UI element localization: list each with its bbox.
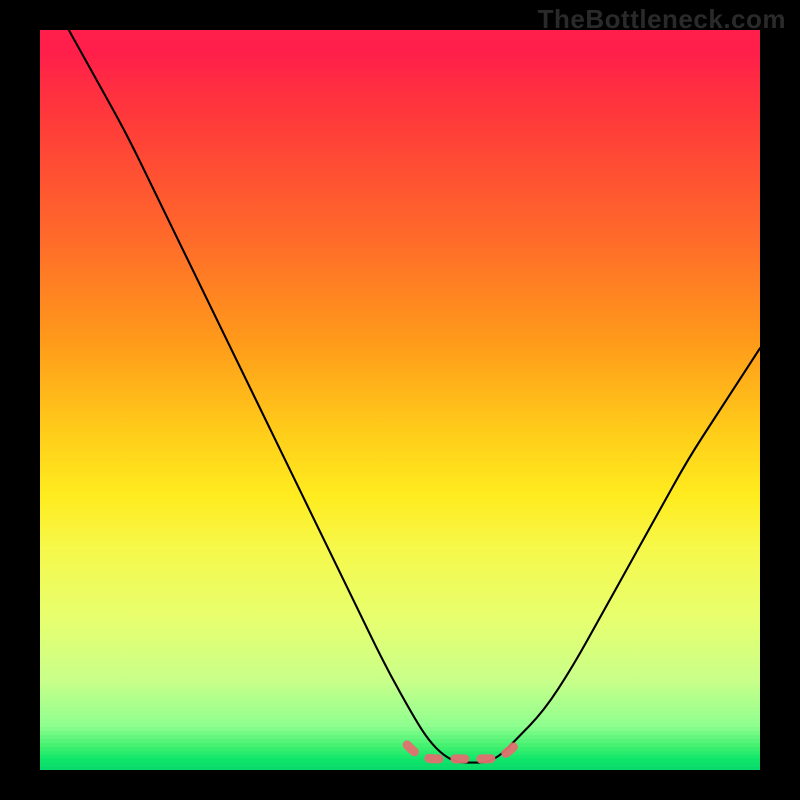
- chart-frame: TheBottleneck.com: [0, 0, 800, 800]
- bottleneck-curve: [69, 30, 760, 763]
- plot-area: [40, 30, 760, 770]
- curve-svg: [40, 30, 760, 770]
- watermark-text: TheBottleneck.com: [538, 4, 786, 35]
